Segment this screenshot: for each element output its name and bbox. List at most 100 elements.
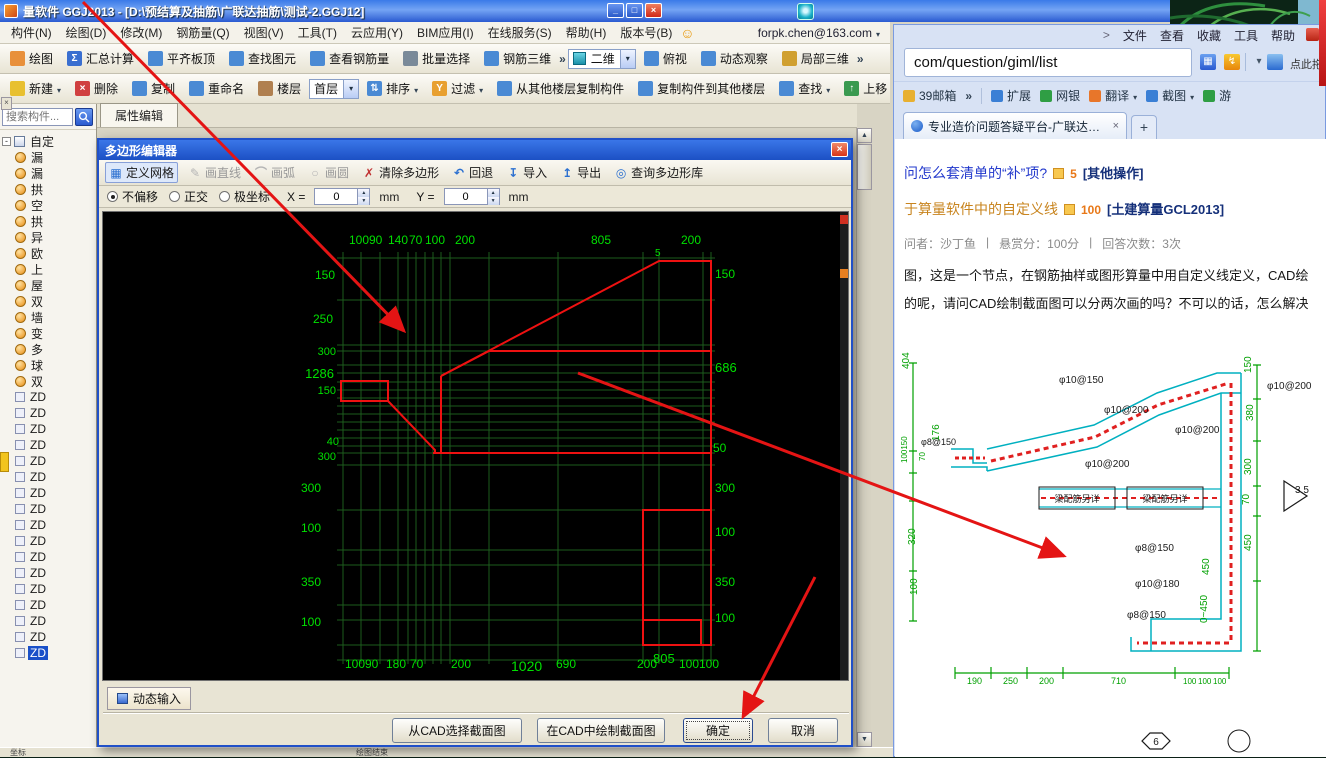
dynamic-input-toggle[interactable]: 动态输入 <box>107 687 191 710</box>
yellow-note-tag[interactable] <box>0 452 9 472</box>
tree-item[interactable]: ZD <box>0 549 96 565</box>
bookmark-item[interactable]: 翻译 <box>1089 87 1137 104</box>
tree-item[interactable]: ZD <box>0 629 96 645</box>
menu-item[interactable]: 云应用(Y) <box>344 22 410 43</box>
tree-item[interactable]: ZD <box>0 437 96 453</box>
floor-combo[interactable]: 首层 <box>309 79 359 99</box>
x-spinner[interactable]: ▲▼ <box>314 188 370 205</box>
snapshot-icon[interactable] <box>1267 54 1283 70</box>
y-input[interactable] <box>445 189 487 204</box>
scroll-up-icon[interactable] <box>857 128 872 143</box>
ok-button[interactable]: 确定 <box>683 718 753 743</box>
toolbar-button[interactable]: 绘图 <box>4 47 59 70</box>
tree-item[interactable]: ZD <box>0 533 96 549</box>
tree-item[interactable]: 球 <box>0 357 96 373</box>
menu-item[interactable]: 修改(M) <box>113 22 169 43</box>
chevron-down-icon[interactable]: ▾ <box>1251 54 1267 70</box>
panel-close-icon[interactable]: × <box>1 97 12 110</box>
question-category[interactable]: [其他操作] <box>1083 163 1144 182</box>
tree-item[interactable]: 屋 <box>0 277 96 293</box>
toolbar-button[interactable]: Σ 汇总计算 <box>61 47 140 70</box>
tree-item[interactable]: ZD <box>0 421 96 437</box>
toolbar-button[interactable]: ⇅ 排序 <box>361 77 424 100</box>
dialog-tool-button[interactable]: ◎ 查询多边形库 <box>611 163 706 182</box>
menu-item[interactable]: BIM应用(I) <box>410 22 481 43</box>
dialog-tool-button[interactable]: ↥ 导出 <box>557 163 604 182</box>
toolbar-button[interactable]: 新建 <box>4 77 67 100</box>
ggj-titlebar[interactable]: 量软件 GGJ2013 - [D:\预结算及抽筋\广联达抽筋\测试-2.GGJ1… <box>0 0 1170 22</box>
dialog-tool-button[interactable]: ✎ 画直线 <box>185 163 244 182</box>
polygon-canvas[interactable]: 1009014070100200805200515025030012861504… <box>102 211 849 681</box>
toolbar-button[interactable]: 俯视 <box>638 47 693 70</box>
draw-section-in-cad-button[interactable]: 在CAD中绘制截面图 <box>537 718 665 743</box>
menu-item[interactable]: 绘图(D) <box>59 22 114 43</box>
scroll-down-icon[interactable] <box>857 732 872 747</box>
toolbar-button[interactable]: 平齐板顶 <box>142 47 221 70</box>
view-mode-combo[interactable]: 二维 <box>568 49 636 69</box>
address-bar[interactable]: com/question/giml/list <box>904 48 1192 77</box>
menu-item[interactable]: 构件(N) <box>4 22 59 43</box>
browser-tab[interactable]: 专业造价问题答疑平台-广联达抽... × <box>903 112 1127 139</box>
tree-item[interactable]: 双 <box>0 373 96 389</box>
tree-item[interactable]: ZD <box>0 485 96 501</box>
bookmarks-overflow-icon[interactable] <box>965 89 972 103</box>
tree-item[interactable]: 上 <box>0 261 96 277</box>
bookmark-item[interactable]: 截图 <box>1146 87 1194 104</box>
mode-radio[interactable]: 正交 <box>169 188 208 205</box>
toolbar-overflow-icon[interactable] <box>857 52 864 66</box>
x-input[interactable] <box>315 189 357 204</box>
tree-item[interactable]: ZD <box>0 613 96 629</box>
combo-arrow-icon[interactable] <box>343 80 358 98</box>
tree-item[interactable]: ZD <box>0 405 96 421</box>
dialog-tool-button[interactable]: ○ 画圆 <box>305 163 352 182</box>
bookmark-item[interactable]: 扩展 <box>991 87 1031 104</box>
search-button[interactable] <box>75 108 93 126</box>
menu-item[interactable]: 在线服务(S) <box>481 22 559 43</box>
toolbar-overflow-icon[interactable] <box>559 52 566 66</box>
toolbar-button[interactable]: × 删除 <box>69 77 124 100</box>
scrollbar-thumb[interactable] <box>857 144 872 190</box>
menu-item[interactable]: 钢筋量(Q) <box>169 22 236 43</box>
toolbar-button[interactable]: 查找图元 <box>223 47 302 70</box>
tree-item[interactable]: ZD <box>0 597 96 613</box>
browser-menu-item[interactable]: 工具 <box>1234 27 1258 44</box>
tree-item[interactable]: ZD <box>0 517 96 533</box>
tree-item[interactable]: 墙 <box>0 309 96 325</box>
tree-item[interactable]: 双 <box>0 293 96 309</box>
menu-item[interactable]: 视图(V) <box>237 22 291 43</box>
bookmark-item[interactable]: 网银 <box>1040 87 1080 104</box>
dialog-tool-button[interactable]: ↧ 导入 <box>503 163 550 182</box>
spinner-arrows-icon[interactable]: ▲▼ <box>487 189 499 204</box>
y-spinner[interactable]: ▲▼ <box>444 188 500 205</box>
tree-item[interactable]: 空 <box>0 197 96 213</box>
tree-item[interactable]: ZD <box>0 645 96 661</box>
tree-item[interactable]: 拱 <box>0 181 96 197</box>
browser-menu-item[interactable]: 帮助 <box>1271 27 1295 44</box>
tree-item[interactable]: 漏 <box>0 165 96 181</box>
minimize-button[interactable]: _ <box>607 3 624 18</box>
messenger-icon[interactable] <box>797 3 814 20</box>
account-dropdown[interactable]: forpk.chen@163.com <box>758 26 886 40</box>
dialog-tool-button[interactable]: ⌒ 画弧 <box>251 163 298 182</box>
mode-radio[interactable]: 极坐标 <box>219 188 270 205</box>
toolbar-button[interactable]: 重命名 <box>183 77 250 100</box>
tree-root[interactable]: 自定 <box>0 133 96 149</box>
bookmark-item[interactable]: 游 <box>1203 87 1231 104</box>
canvas-scrollbar[interactable] <box>840 212 848 680</box>
close-button[interactable]: × <box>645 3 662 18</box>
tree-item[interactable]: 欧 <box>0 245 96 261</box>
tree-item[interactable]: ZD <box>0 453 96 469</box>
menu-item[interactable]: 帮助(H) <box>559 22 614 43</box>
tab-property-editor[interactable]: 属性编辑 <box>100 103 178 127</box>
main-vertical-scrollbar[interactable] <box>856 128 871 747</box>
toolbar-button[interactable]: 楼层 <box>252 77 307 100</box>
browser-menu-item[interactable]: 文件 <box>1123 27 1147 44</box>
tree-item[interactable]: ZD <box>0 565 96 581</box>
lightning-icon[interactable]: ↯ <box>1224 54 1240 70</box>
menu-item[interactable]: 版本号(B) <box>613 22 679 43</box>
toolbar-button[interactable]: 局部三维 <box>776 47 855 70</box>
browser-menu-item[interactable]: 收藏 <box>1197 27 1221 44</box>
select-section-from-cad-button[interactable]: 从CAD选择截面图 <box>392 718 522 743</box>
toolbar-button[interactable]: 查看钢筋量 <box>304 47 395 70</box>
bookmark-item[interactable]: 39邮箱 <box>903 87 956 104</box>
